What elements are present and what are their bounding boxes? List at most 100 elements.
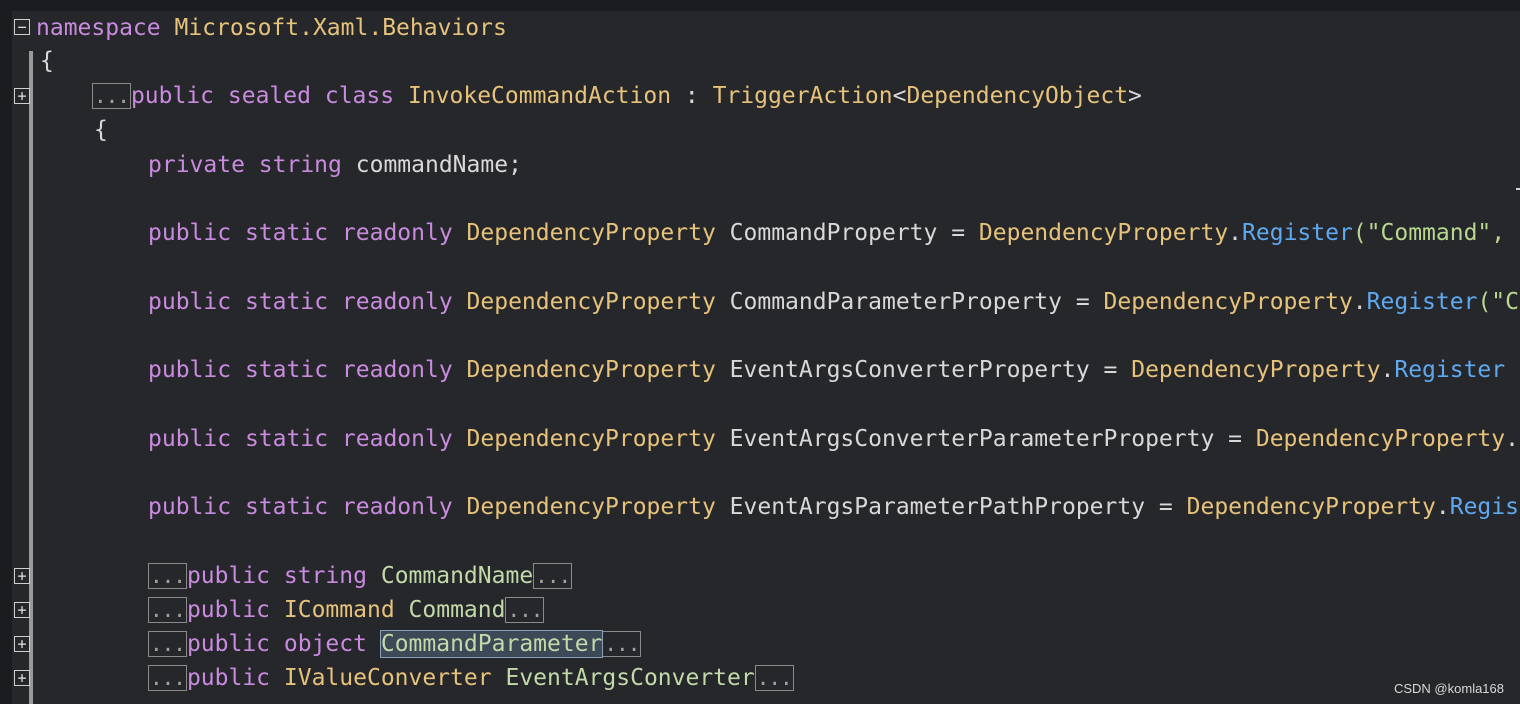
expand-commandname-icon[interactable]: +	[14, 568, 30, 584]
class-reference: DependencyProperty	[978, 220, 1229, 246]
method-name: Regis	[1449, 494, 1519, 520]
method-name: Register	[1394, 357, 1506, 383]
keyword: public	[148, 220, 232, 246]
semicolon: ;	[508, 152, 522, 178]
keyword: public	[130, 83, 215, 109]
keyword: sealed	[227, 83, 311, 109]
dot: .	[1228, 220, 1243, 246]
field-name: commandName	[355, 152, 509, 178]
brace: {	[40, 48, 54, 74]
keyword: readonly	[341, 426, 453, 452]
code-line-property[interactable]: ...public object CommandParameter...	[148, 630, 1520, 658]
keyword: static	[244, 357, 329, 383]
editor-left-strip	[0, 11, 12, 704]
code-line-field[interactable]: public static readonly DependencyPropert…	[148, 288, 1520, 316]
expand-commandparameter-icon[interactable]: +	[14, 636, 30, 652]
expand-class-icon[interactable]: +	[14, 88, 30, 104]
collapsed-body[interactable]: ...	[533, 563, 573, 589]
keyword: public	[148, 426, 232, 452]
brace: {	[94, 117, 108, 143]
property-name-selected[interactable]: CommandParameter	[379, 630, 604, 658]
call-arguments: ("C	[1477, 289, 1519, 315]
keyword: namespace	[36, 15, 161, 41]
field-type: DependencyProperty	[466, 289, 716, 315]
dot: .	[1352, 289, 1367, 315]
base-class: TriggerAction	[712, 83, 893, 109]
collapsed-region[interactable]: ...	[148, 665, 187, 691]
keyword: static	[244, 494, 329, 520]
collapse-namespace-icon[interactable]: −	[14, 19, 30, 35]
property-name: CommandName	[380, 563, 534, 589]
code-line-field[interactable]: public static readonly DependencyPropert…	[148, 219, 1520, 247]
keyword: public	[186, 631, 271, 657]
dot: .	[1505, 426, 1519, 452]
assign-operator: =	[1062, 289, 1104, 315]
property-name: EventArgsConverter	[505, 665, 755, 691]
collapsed-region[interactable]: ...	[92, 83, 131, 109]
method-name: Register	[1242, 220, 1353, 246]
call-arguments: ("Command",	[1352, 220, 1506, 246]
field-type: DependencyProperty	[466, 494, 716, 520]
collapsed-body[interactable]: ...	[754, 665, 794, 691]
class-reference: DependencyProperty	[1131, 357, 1381, 383]
field-type: DependencyProperty	[466, 426, 716, 452]
code-line-brace[interactable]: {	[40, 47, 1520, 75]
keyword: string	[258, 152, 342, 178]
expand-command-icon[interactable]: +	[14, 602, 30, 618]
code-line-property[interactable]: ...public string CommandName...	[148, 562, 1520, 590]
colon: :	[671, 83, 713, 109]
property-type: object	[283, 631, 367, 657]
field-name: CommandProperty	[729, 220, 938, 246]
editor-top-bar	[0, 0, 1520, 11]
field-name: EventArgsConverterParameterProperty	[729, 426, 1215, 452]
property-type: IValueConverter	[283, 665, 492, 691]
class-reference: DependencyProperty	[1186, 494, 1436, 520]
collapsed-body[interactable]: ...	[602, 631, 642, 657]
keyword: private	[148, 152, 245, 178]
code-line-class[interactable]: ...public sealed class InvokeCommandActi…	[92, 82, 1520, 110]
collapsed-region[interactable]: ...	[148, 597, 187, 623]
method-name: Register	[1366, 289, 1478, 315]
keyword: readonly	[341, 357, 453, 383]
expand-eventargsconverter-icon[interactable]: +	[14, 670, 30, 686]
code-line-namespace[interactable]: namespace Microsoft.Xaml.Behaviors	[36, 14, 1520, 42]
class-name: InvokeCommandAction	[407, 83, 672, 109]
code-line-field[interactable]: public static readonly DependencyPropert…	[148, 356, 1520, 384]
type-argument: DependencyObject	[906, 83, 1129, 109]
collapsed-region[interactable]: ...	[148, 631, 187, 657]
code-line-class-brace[interactable]: {	[94, 116, 1520, 144]
collapsed-body[interactable]: ...	[505, 597, 545, 623]
keyword: static	[244, 289, 329, 315]
assign-operator: =	[937, 220, 979, 246]
keyword: class	[324, 83, 395, 109]
keyword: public	[148, 494, 232, 520]
keyword: public	[148, 289, 232, 315]
property-type: string	[283, 563, 367, 589]
code-line-field[interactable]: public static readonly DependencyPropert…	[148, 425, 1520, 453]
class-reference: DependencyProperty	[1255, 426, 1506, 452]
keyword: readonly	[341, 220, 453, 246]
dot: .	[1380, 357, 1395, 383]
dot: .	[1435, 494, 1450, 520]
field-type: DependencyProperty	[466, 357, 716, 383]
edge-marker	[1516, 188, 1520, 190]
field-name: EventArgsParameterPathProperty	[729, 494, 1146, 520]
code-line-private-field[interactable]: private string commandName;	[148, 151, 1520, 179]
code-line-field[interactable]: public static readonly DependencyPropert…	[148, 493, 1520, 521]
assign-operator: =	[1089, 357, 1132, 383]
keyword: static	[244, 426, 329, 452]
field-name: EventArgsConverterProperty	[729, 357, 1090, 383]
collapsed-region[interactable]: ...	[148, 563, 187, 589]
class-reference: DependencyProperty	[1103, 289, 1353, 315]
watermark: CSDN @komla168	[1393, 681, 1504, 696]
keyword: public	[186, 665, 271, 691]
property-type: ICommand	[283, 597, 395, 623]
assign-operator: =	[1145, 494, 1187, 520]
assign-operator: =	[1214, 426, 1256, 452]
code-line-property[interactable]: ...public ICommand Command...	[148, 596, 1520, 624]
code-line-property[interactable]: ...public IValueConverter EventArgsConve…	[148, 664, 1520, 692]
keyword: readonly	[341, 494, 453, 520]
code-editor[interactable]: − + + + + + namespace Microsoft.Xaml.Beh…	[0, 0, 1520, 704]
keyword: public	[148, 357, 232, 383]
keyword: public	[186, 597, 271, 623]
